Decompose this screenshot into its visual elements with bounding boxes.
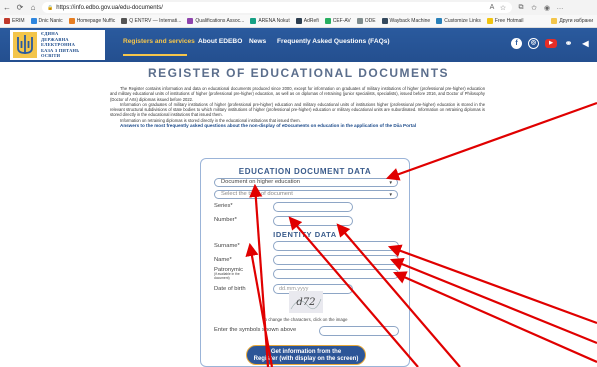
bookmark-item[interactable]: Customize Links bbox=[436, 18, 481, 24]
trident-emblem-icon bbox=[13, 32, 37, 58]
captcha-image[interactable]: d72 bbox=[289, 291, 323, 313]
home-icon[interactable]: ⌂ bbox=[29, 3, 37, 12]
document-category-select[interactable]: Document on higher education ▼ bbox=[214, 178, 398, 187]
intro-text: The Register contains information and da… bbox=[110, 86, 485, 129]
bookmark-item[interactable]: CEF-AV bbox=[324, 18, 351, 24]
page-title: REGISTER OF EDUCATIONAL DOCUMENTS bbox=[147, 66, 450, 80]
bookmark-item[interactable]: AdRefi bbox=[295, 18, 319, 24]
site-header: ЄДИНА ДЕРЖАВНА ЕЛЕКТРОННА БАЗА З ПИТАНЬ … bbox=[0, 28, 597, 62]
form-heading: EDUCATION DOCUMENT DATA bbox=[238, 167, 372, 176]
bookmark-item[interactable]: Homepage Nuffic bbox=[68, 18, 115, 24]
nav-news[interactable]: News bbox=[249, 38, 266, 45]
annotation-arrow bbox=[392, 271, 597, 364]
folder-icon bbox=[551, 18, 558, 24]
annotation-arrow bbox=[389, 258, 597, 345]
bookmark-favicon-icon bbox=[295, 18, 302, 24]
bookmark-item[interactable]: Q ENTRV — Internati... bbox=[121, 18, 181, 24]
bookmark-item[interactable]: ODE bbox=[356, 18, 376, 24]
bookmark-favicon-icon bbox=[4, 18, 10, 24]
nav-faq[interactable]: Frequently Asked Questions (FAQs) bbox=[277, 38, 390, 45]
favorite-icon[interactable]: ☆ bbox=[499, 4, 507, 12]
youtube-icon[interactable]: ▶ bbox=[545, 39, 557, 48]
nav-about-edebo[interactable]: About EDEBO bbox=[198, 38, 242, 45]
bookmark-favicon-icon bbox=[121, 18, 128, 24]
bookmark-favicon-icon bbox=[68, 18, 75, 24]
bookmark-favicon-icon bbox=[356, 18, 363, 24]
profile-icon[interactable]: ◉ bbox=[543, 4, 551, 12]
series-label: Series* bbox=[214, 203, 233, 209]
refresh-icon[interactable]: ⟳ bbox=[16, 3, 24, 12]
name-input[interactable] bbox=[273, 255, 399, 265]
annotation-arrow bbox=[387, 244, 597, 325]
bookmark-favicon-icon bbox=[250, 18, 257, 24]
dob-label: Date of birth bbox=[214, 286, 246, 292]
identity-heading: IDENTITY DATA bbox=[273, 230, 337, 239]
url-text: https://info.edbo.gov.ua/edu-documents/ bbox=[56, 4, 163, 11]
logo-text: ЄДИНА ДЕРЖАВНА ЕЛЕКТРОННА БАЗА З ПИТАНЬ … bbox=[41, 31, 80, 59]
facebook-icon[interactable]: f bbox=[511, 38, 522, 49]
surname-label: Surname* bbox=[214, 243, 240, 249]
extensions-icon[interactable]: ⧉ bbox=[517, 4, 525, 12]
patronymic-note: (if available in the document) bbox=[214, 272, 240, 280]
bookmarks-bar: ERIM Dnic Nanic Homepage Nuffic Q ENTRV — I… bbox=[0, 15, 597, 28]
education-document-form: EDUCATION DOCUMENT DATA Document on high… bbox=[200, 158, 410, 367]
bookmark-item[interactable]: Dnic Nanic bbox=[30, 18, 63, 24]
bookmark-item[interactable]: Qualifications Assoc... bbox=[187, 18, 244, 24]
back-icon[interactable]: ← bbox=[3, 3, 11, 12]
patronymic-input[interactable] bbox=[273, 269, 399, 279]
chevron-down-icon: ▼ bbox=[388, 192, 393, 197]
number-label: Number* bbox=[214, 217, 237, 223]
bookmark-favicon-icon bbox=[324, 18, 331, 24]
surname-input[interactable] bbox=[273, 241, 399, 251]
address-bar[interactable]: 🔒 https://info.edbo.gov.ua/edu-documents… bbox=[42, 2, 512, 13]
bookmark-favicon-icon bbox=[486, 18, 493, 24]
series-input[interactable] bbox=[273, 202, 353, 212]
other-bookmarks[interactable]: Други избрани bbox=[551, 18, 593, 24]
chevron-down-icon: ▼ bbox=[388, 180, 393, 185]
bookmark-favicon-icon bbox=[436, 18, 443, 24]
bookmark-favicon-icon bbox=[187, 18, 194, 24]
get-information-button[interactable]: Get information from the Register (with … bbox=[246, 345, 366, 365]
instagram-icon[interactable]: ◎ bbox=[528, 38, 539, 49]
bookmark-item[interactable]: Wayback Machine bbox=[381, 18, 430, 24]
document-type-select[interactable]: Select the type of document ▼ bbox=[214, 190, 398, 199]
bookmark-item[interactable]: ARENA Nokut bbox=[250, 18, 290, 24]
captcha-code: d72 bbox=[296, 297, 315, 308]
captcha-graphic: d72 bbox=[290, 297, 322, 310]
translate-icon[interactable]: A bbox=[488, 4, 496, 11]
nav-registers-services[interactable]: Registers and services bbox=[123, 38, 195, 45]
number-input[interactable] bbox=[273, 216, 353, 226]
bookmark-favicon-icon bbox=[30, 18, 37, 24]
browser-toolbar: ← ⟳ ⌂ 🔒 https://info.edbo.gov.ua/edu-doc… bbox=[0, 0, 597, 15]
captcha-input[interactable] bbox=[319, 326, 399, 336]
bookmark-favicon-icon bbox=[381, 18, 388, 24]
sound-icon[interactable]: ◀ bbox=[580, 38, 591, 49]
faq-link[interactable]: Answers to the most frequently asked que… bbox=[110, 123, 485, 128]
accessibility-icon[interactable]: ⚭ bbox=[563, 38, 574, 49]
menu-icon[interactable]: … bbox=[556, 4, 564, 11]
active-nav-underline bbox=[123, 54, 187, 56]
captcha-hint: To change the characters, click on the i… bbox=[262, 317, 348, 322]
bookmark-item[interactable]: Free Hotmail bbox=[486, 18, 524, 24]
symbols-label: Enter the symbols shown above bbox=[214, 327, 297, 333]
name-label: Name* bbox=[214, 257, 232, 263]
edebo-logo[interactable]: ЄДИНА ДЕРЖАВНА ЕЛЕКТРОННА БАЗА З ПИТАНЬ … bbox=[10, 30, 105, 60]
lock-icon: 🔒 bbox=[47, 4, 54, 11]
bookmark-item[interactable]: ERIM bbox=[4, 18, 25, 24]
collections-icon[interactable]: ✩ bbox=[530, 4, 538, 12]
